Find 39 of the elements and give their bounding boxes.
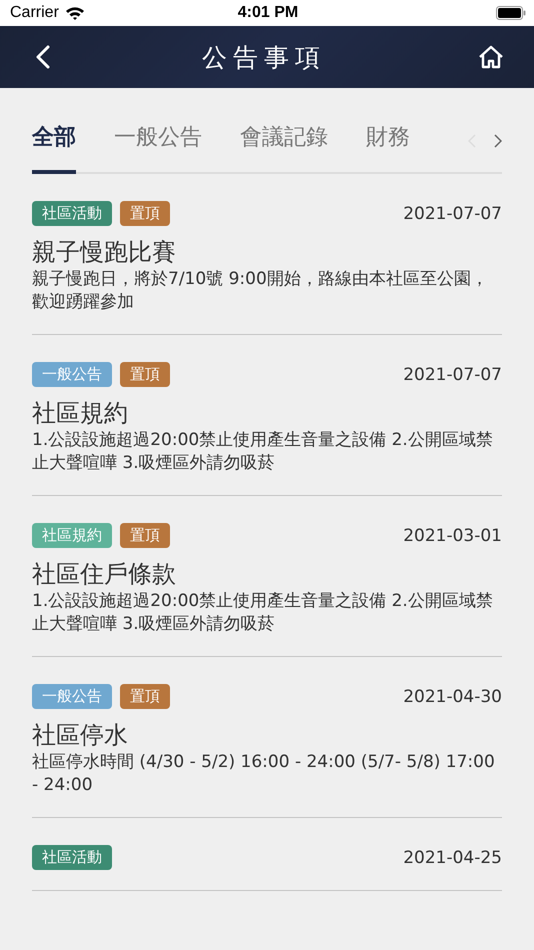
carrier-label: Carrier [10, 4, 59, 22]
announcement-title: 親子慢跑比賽 [32, 237, 177, 268]
category-tag: 置頂 [120, 523, 170, 548]
category-tag: 置頂 [120, 201, 170, 226]
category-tag: 置頂 [120, 362, 170, 387]
category-tag: 一般公告 [32, 684, 112, 709]
battery-icon [496, 6, 526, 20]
announcement-item[interactable]: 社區活動 2021-04-25 [32, 818, 502, 891]
announcement-title: 社區住戶條款 [32, 559, 177, 590]
announcement-date: 2021-03-01 [403, 526, 502, 546]
announcement-date: 2021-07-07 [403, 364, 502, 384]
announcement-item[interactable]: 一般公告 置頂 2021-04-30 社區停水 社區停水時間 (4/30 - 5/2) 16:00 - 24:00 (5/7- 5/8) 17:00 - 24:00 [32, 657, 502, 818]
announcement-text: 1.公設設施超過20:00禁止使用產生音量之設備 2.公開區域禁止大聲喧嘩 3.吸煙區外請勿吸菸 [32, 429, 494, 475]
category-tag: 社區活動 [32, 201, 112, 226]
wifi-icon [64, 6, 85, 20]
announcement-item[interactable]: 社區規約 置頂 2021-03-01 社區住戶條款 1.公設設施超過20:00禁止使用產生音量之設備 2.公開區域禁止大聲喧嘩 3.吸煙區外請勿吸菸 [32, 496, 502, 657]
chevron-right-icon[interactable] [494, 134, 502, 148]
announcement-date: 2021-04-25 [403, 848, 502, 868]
announcement-date: 2021-04-30 [403, 686, 502, 706]
announcement-title: 社區規約 [32, 398, 129, 429]
announcement-text: 1.公設設施超過20:00禁止使用產生音量之設備 2.公開區域禁止大聲喧嘩 3.吸煙區外請勿吸菸 [32, 590, 494, 636]
category-tab[interactable]: 會議記錄 [240, 122, 328, 174]
announcement-text: 親子慢跑日，將於7/10號 9:00開始，路線由本社區至公園，歡迎踴躍參加 [32, 268, 489, 314]
category-tag: 社區活動 [32, 845, 112, 870]
category-tab[interactable]: 財務 [366, 122, 410, 174]
category-tag: 一般公告 [32, 362, 112, 387]
back-button[interactable] [36, 45, 50, 69]
home-button[interactable] [478, 45, 504, 69]
page-title: 公告事項 [202, 42, 326, 74]
announcement-date: 2021-07-07 [403, 204, 502, 224]
category-tag: 社區規約 [32, 523, 112, 548]
announcement-item[interactable]: 社區活動 置頂 2021-07-07 親子慢跑比賽 親子慢跑日，將於7/10號 9:00開始，路線由本社區至公園，歡迎踴躍參加 [32, 174, 502, 335]
announcement-title: 社區停水 [32, 720, 129, 751]
category-tag: 置頂 [120, 684, 170, 709]
category-tab[interactable]: 全部 [32, 122, 76, 174]
category-tab[interactable]: 一般公告 [114, 122, 202, 174]
announcement-item[interactable]: 一般公告 置頂 2021-07-07 社區規約 1.公設設施超過20:00禁止使用產生音量之設備 2.公開區域禁止大聲喧嘩 3.吸煙區外請勿吸菸 [32, 335, 502, 496]
status-time: 4:01 PM [238, 4, 298, 22]
announcement-text: 社區停水時間 (4/30 - 5/2) 16:00 - 24:00 (5/7- 5/8) 17:00 - 24:00 [32, 751, 496, 797]
